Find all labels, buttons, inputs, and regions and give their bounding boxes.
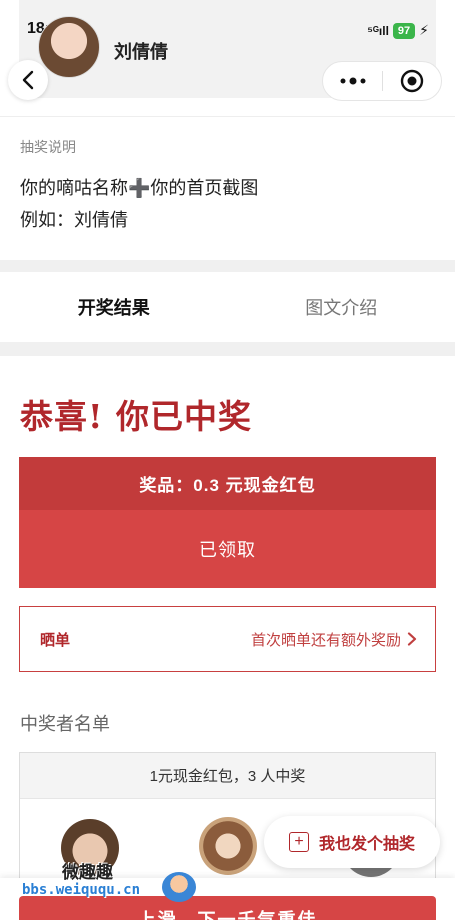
more-button[interactable] <box>323 61 382 101</box>
tab-details[interactable]: 图文介绍 <box>228 272 455 342</box>
signal-icon: ⁵ᴳıll <box>367 23 389 38</box>
rules-text: 你的嘀咕名称➕你的首页截图 <box>20 178 259 198</box>
prize-card: 奖品：0.3 元现金红包 已领取 <box>19 457 436 588</box>
status-icons: ⁵ᴳıll 97 ⚡ <box>367 22 429 39</box>
tab-results[interactable]: 开奖结果 <box>0 272 228 342</box>
congrats-title: 恭喜! 你已中奖 <box>20 397 252 436</box>
back-button[interactable] <box>8 60 48 100</box>
watermark: 微趣趣 bbs.weiququ.cn <box>22 858 202 910</box>
close-button[interactable] <box>383 61 441 101</box>
winner-avatar[interactable] <box>199 817 257 875</box>
target-close-icon <box>400 69 424 93</box>
winners-label: 中奖者名单 <box>20 714 110 734</box>
mini-program-capsule <box>322 61 442 101</box>
watermark-text: 微趣趣 <box>62 863 113 882</box>
create-lottery-button[interactable]: + 我也发个抽奖 <box>264 816 440 868</box>
share-title: 晒单 <box>40 631 71 649</box>
create-lottery-label: 我也发个抽奖 <box>318 836 415 853</box>
more-icon <box>340 77 365 85</box>
host-name: 刘倩倩 <box>114 42 168 62</box>
avatar[interactable] <box>38 16 100 78</box>
tab-bar: 开奖结果 图文介绍 <box>0 272 455 342</box>
divider <box>0 116 455 117</box>
battery-icon: 97 <box>392 22 416 39</box>
plus-square-icon: + <box>288 832 309 852</box>
watermark-url: bbs.weiququ.cn <box>22 882 141 898</box>
claimed-button[interactable]: 已领取 <box>19 510 436 588</box>
chevron-left-icon <box>22 70 34 90</box>
rules-label: 抽奖说明 <box>20 139 76 155</box>
rules-example: 例如：刘倩倩 <box>20 210 128 230</box>
chevron-right-icon <box>407 632 417 646</box>
share-order-row[interactable]: 晒单 首次晒单还有额外奖励 <box>19 606 436 672</box>
watermark-mascot-icon <box>162 872 196 902</box>
section-separator <box>0 342 455 356</box>
share-hint: 首次晒单还有额外奖励 <box>250 631 401 649</box>
charging-icon: ⚡ <box>419 22 429 38</box>
share-link[interactable]: 首次晒单还有额外奖励 <box>251 629 417 650</box>
section-separator <box>0 260 455 272</box>
winners-summary: 1元现金红包，3 人中奖 <box>20 753 435 799</box>
prize-label: 奖品：0.3 元现金红包 <box>19 457 436 510</box>
